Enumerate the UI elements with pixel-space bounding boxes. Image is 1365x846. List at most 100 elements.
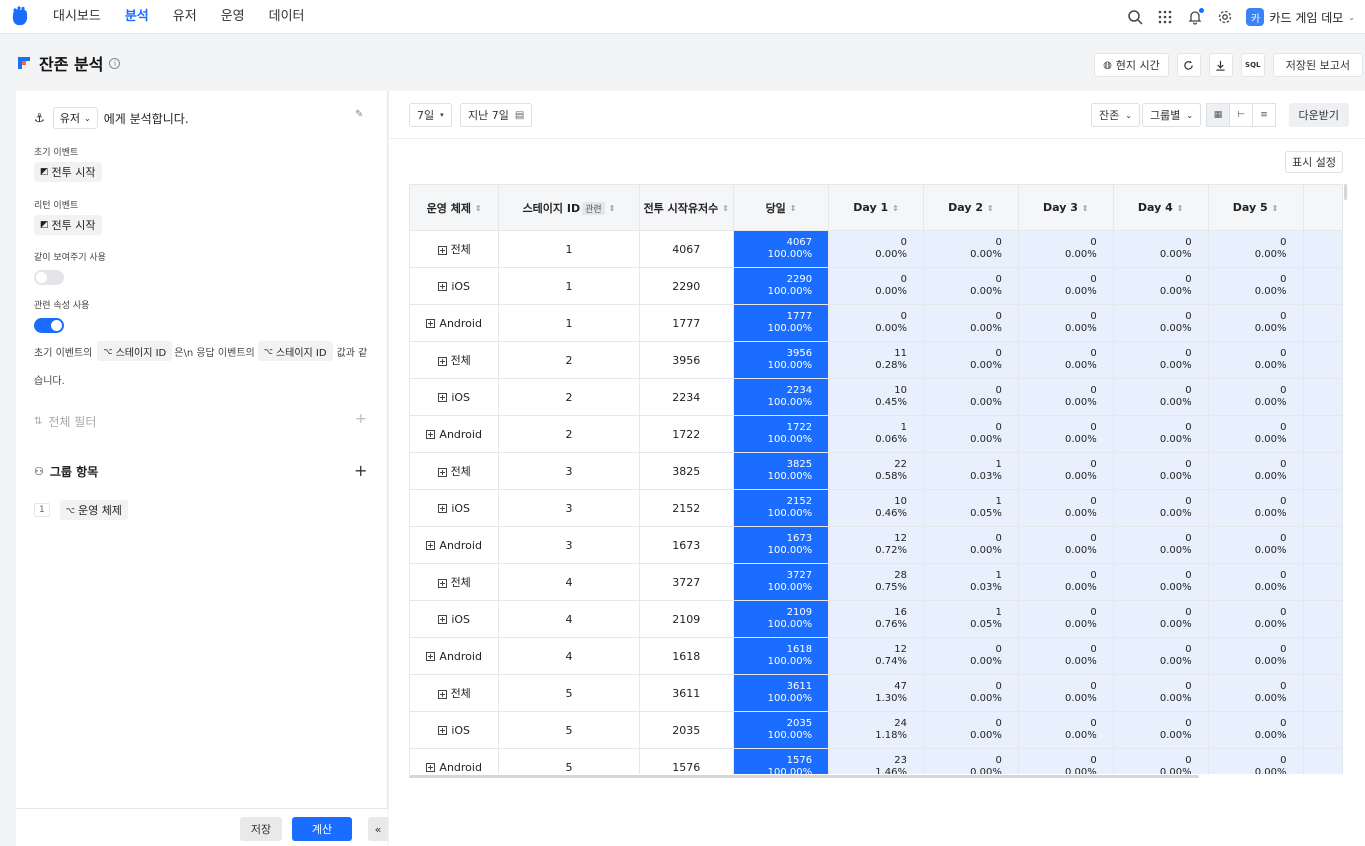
sort-icon[interactable]: ⇕ bbox=[475, 204, 482, 213]
retention-cell-d4[interactable]: 0 0.00% bbox=[1113, 563, 1209, 601]
column-header-7[interactable]: Day 4 ⇕ bbox=[1113, 184, 1209, 231]
retention-cell-d4[interactable]: 0 0.00% bbox=[1113, 526, 1209, 564]
retention-cell-d1[interactable]: 24 1.18% bbox=[828, 711, 924, 749]
table-row[interactable]: 전체 1 4067 4067 100.00% 0 0.00% 0 0.00% 0 0.00% 0 0.0… bbox=[410, 230, 1343, 268]
retention-cell-d1[interactable]: 16 0.76% bbox=[828, 600, 924, 638]
retention-cell-d5[interactable]: 0 0.00% bbox=[1208, 637, 1304, 675]
expand-plus-icon[interactable] bbox=[438, 393, 448, 402]
table-row[interactable]: Android 2 1722 1722 100.00% 1 0.06% 0 0.00% 0 0.00… bbox=[410, 415, 1343, 453]
retention-cell-d0[interactable]: 1576 100.00% bbox=[733, 748, 830, 774]
retention-cell-d1[interactable]: 47 1.30% bbox=[828, 674, 924, 712]
sort-icon[interactable]: ⇕ bbox=[790, 204, 797, 213]
saved-reports-button[interactable]: 저장된 보고서 bbox=[1272, 53, 1363, 77]
retention-cell-d2[interactable]: 0 0.00% bbox=[923, 415, 1019, 453]
table-row[interactable]: iOS 2 2234 2234 100.00% 10 0.45% 0 0.00% 0 0.00% 0 0… bbox=[410, 378, 1343, 416]
info-icon[interactable]: i bbox=[109, 57, 121, 69]
download-button[interactable]: 다운받기 bbox=[1288, 103, 1349, 127]
retention-cell-d4[interactable]: 0 0.00% bbox=[1113, 304, 1209, 342]
table-row[interactable]: Android 4 1618 1618 100.00% 12 0.74% 0 0.00% 0 0.0… bbox=[410, 637, 1343, 675]
expand-plus-icon[interactable] bbox=[437, 356, 447, 366]
expand-plus-icon[interactable] bbox=[438, 615, 448, 624]
retention-cell-d3[interactable]: 0 0.00% bbox=[1018, 378, 1114, 416]
table-row[interactable]: 전체 5 3611 3611 100.00% 47 1.30% 0 0.00% 0 0.00% 0 0.… bbox=[410, 674, 1343, 712]
retention-cell-d0[interactable]: 2290 100.00% bbox=[733, 267, 830, 305]
retention-cell-d2[interactable]: 1 0.03% bbox=[923, 563, 1019, 601]
column-header-1[interactable]: 스테이지 ID 관련 ⇕ bbox=[498, 184, 640, 231]
retention-cell-d0[interactable]: 4067 100.00% bbox=[733, 230, 830, 268]
column-header-2[interactable]: 전투 시작유저수 ⇕ bbox=[639, 184, 734, 231]
table-row[interactable]: iOS 1 2290 2290 100.00% 0 0.00% 0 0.00% 0 0.00% 0 0.… bbox=[410, 267, 1343, 305]
global-filter-label[interactable]: 전체 필터 bbox=[48, 413, 96, 430]
table-row[interactable]: 전체 3 3825 3825 100.00% 22 0.58% 1 0.03% 0 0.00% 0 0.… bbox=[410, 452, 1343, 490]
vertical-scrollbar[interactable] bbox=[1344, 184, 1347, 200]
retention-cell-d0[interactable]: 3611 100.00% bbox=[733, 674, 830, 712]
date-range-picker[interactable]: 지난 7일 ▤ bbox=[460, 103, 533, 127]
export-button[interactable] bbox=[1208, 53, 1233, 77]
expand-plus-icon[interactable] bbox=[437, 467, 447, 477]
expand-plus-icon[interactable] bbox=[426, 430, 436, 439]
nav-item-0[interactable]: 대시보드 bbox=[41, 3, 113, 31]
retention-cell-d0[interactable]: 1618 100.00% bbox=[733, 637, 830, 675]
column-header-0[interactable]: 운영 체제 ⇕ bbox=[410, 184, 500, 231]
retention-cell-d4[interactable]: 0 0.00% bbox=[1113, 711, 1209, 749]
table-row[interactable]: Android 3 1673 1673 100.00% 12 0.72% 0 0.00% 0 0.0… bbox=[410, 526, 1343, 564]
retention-cell-d1[interactable]: 23 1.46% bbox=[828, 748, 924, 774]
initial-event-chip[interactable]: ◩ 전투 시작 bbox=[34, 162, 102, 182]
sort-icon[interactable]: ⇕ bbox=[609, 204, 616, 213]
retention-cell-d4[interactable]: 0 0.00% bbox=[1113, 637, 1209, 675]
retention-cell-d5[interactable]: 0 0.00% bbox=[1208, 600, 1304, 638]
expand-plus-icon[interactable] bbox=[438, 282, 448, 291]
retention-cell-d2[interactable]: 0 0.00% bbox=[923, 526, 1019, 564]
collapse-panel-button[interactable]: « bbox=[368, 817, 388, 841]
period-select[interactable]: 7일 ▾ bbox=[409, 103, 452, 127]
retention-cell-d2[interactable]: 1 0.03% bbox=[923, 452, 1019, 490]
expand-plus-icon[interactable] bbox=[426, 541, 436, 550]
retention-cell-d2[interactable]: 0 0.00% bbox=[923, 674, 1019, 712]
retention-cell-d1[interactable]: 11 0.28% bbox=[828, 341, 924, 379]
retention-cell-d0[interactable]: 1673 100.00% bbox=[733, 526, 830, 564]
retention-cell-d4[interactable]: 0 0.00% bbox=[1113, 378, 1209, 416]
retention-cell-d5[interactable]: 0 0.00% bbox=[1208, 267, 1304, 305]
retention-cell-d1[interactable]: 10 0.46% bbox=[828, 489, 924, 527]
retention-table-wrapper[interactable]: 운영 체제 ⇕ 스테이지 ID 관련 ⇕ 전투 시작유저수 ⇕ 당일 ⇕ Day 1 ⇕ Day 2 ⇕… bbox=[409, 184, 1343, 774]
note-icon[interactable]: ✎ bbox=[355, 109, 363, 120]
add-group-plus-icon[interactable]: + bbox=[354, 461, 367, 480]
expand-plus-icon[interactable] bbox=[437, 689, 447, 699]
expand-plus-icon[interactable] bbox=[426, 652, 436, 661]
retention-cell-d3[interactable]: 0 0.00% bbox=[1018, 452, 1114, 490]
horizontal-scrollbar[interactable] bbox=[409, 775, 1199, 778]
project-switcher[interactable]: 카 카드 게임 데모 ⌄ bbox=[1246, 8, 1355, 26]
add-filter-plus-icon[interactable]: + bbox=[355, 411, 367, 427]
retention-cell-d3[interactable]: 0 0.00% bbox=[1018, 489, 1114, 527]
line-view-icon[interactable]: ≡ bbox=[1252, 103, 1276, 127]
retention-cell-d5[interactable]: 0 0.00% bbox=[1208, 341, 1304, 379]
expand-plus-icon[interactable] bbox=[437, 245, 447, 255]
metric-select[interactable]: 잔존 ⌄ bbox=[1091, 103, 1140, 127]
expand-plus-icon[interactable] bbox=[438, 726, 448, 735]
sort-icon[interactable]: ⇕ bbox=[892, 204, 899, 213]
retention-cell-d1[interactable]: 0 0.00% bbox=[828, 267, 924, 305]
retention-cell-d2[interactable]: 0 0.00% bbox=[923, 341, 1019, 379]
nav-item-4[interactable]: 데이터 bbox=[257, 3, 317, 31]
sort-icon[interactable]: ⇕ bbox=[722, 204, 729, 213]
table-row[interactable]: iOS 4 2109 2109 100.00% 16 0.76% 1 0.05% 0 0.00% 0 0… bbox=[410, 600, 1343, 638]
save-button[interactable]: 저장 bbox=[240, 817, 282, 841]
retention-cell-d5[interactable]: 0 0.00% bbox=[1208, 674, 1304, 712]
retention-cell-d5[interactable]: 0 0.00% bbox=[1208, 230, 1304, 268]
retention-cell-d5[interactable]: 0 0.00% bbox=[1208, 748, 1304, 774]
retention-cell-d4[interactable]: 0 0.00% bbox=[1113, 600, 1209, 638]
retention-cell-d3[interactable]: 0 0.00% bbox=[1018, 563, 1114, 601]
nav-item-1[interactable]: 분석 bbox=[113, 3, 161, 31]
retention-cell-d4[interactable]: 0 0.00% bbox=[1113, 415, 1209, 453]
retention-cell-d3[interactable]: 0 0.00% bbox=[1018, 526, 1114, 564]
retention-cell-d0[interactable]: 3825 100.00% bbox=[733, 452, 830, 490]
table-view-icon[interactable]: ▦ bbox=[1206, 103, 1230, 127]
retention-cell-d2[interactable]: 0 0.00% bbox=[923, 711, 1019, 749]
retention-cell-d4[interactable]: 0 0.00% bbox=[1113, 341, 1209, 379]
display-settings-button[interactable]: 표시 설정 bbox=[1285, 151, 1343, 173]
table-row[interactable]: iOS 3 2152 2152 100.00% 10 0.46% 1 0.05% 0 0.00% 0 0… bbox=[410, 489, 1343, 527]
retention-cell-d3[interactable]: 0 0.00% bbox=[1018, 600, 1114, 638]
group-item-chip[interactable]: ⌥ 운영 체제 bbox=[59, 500, 128, 520]
retention-cell-d5[interactable]: 0 0.00% bbox=[1208, 378, 1304, 416]
retention-cell-d3[interactable]: 0 0.00% bbox=[1018, 304, 1114, 342]
